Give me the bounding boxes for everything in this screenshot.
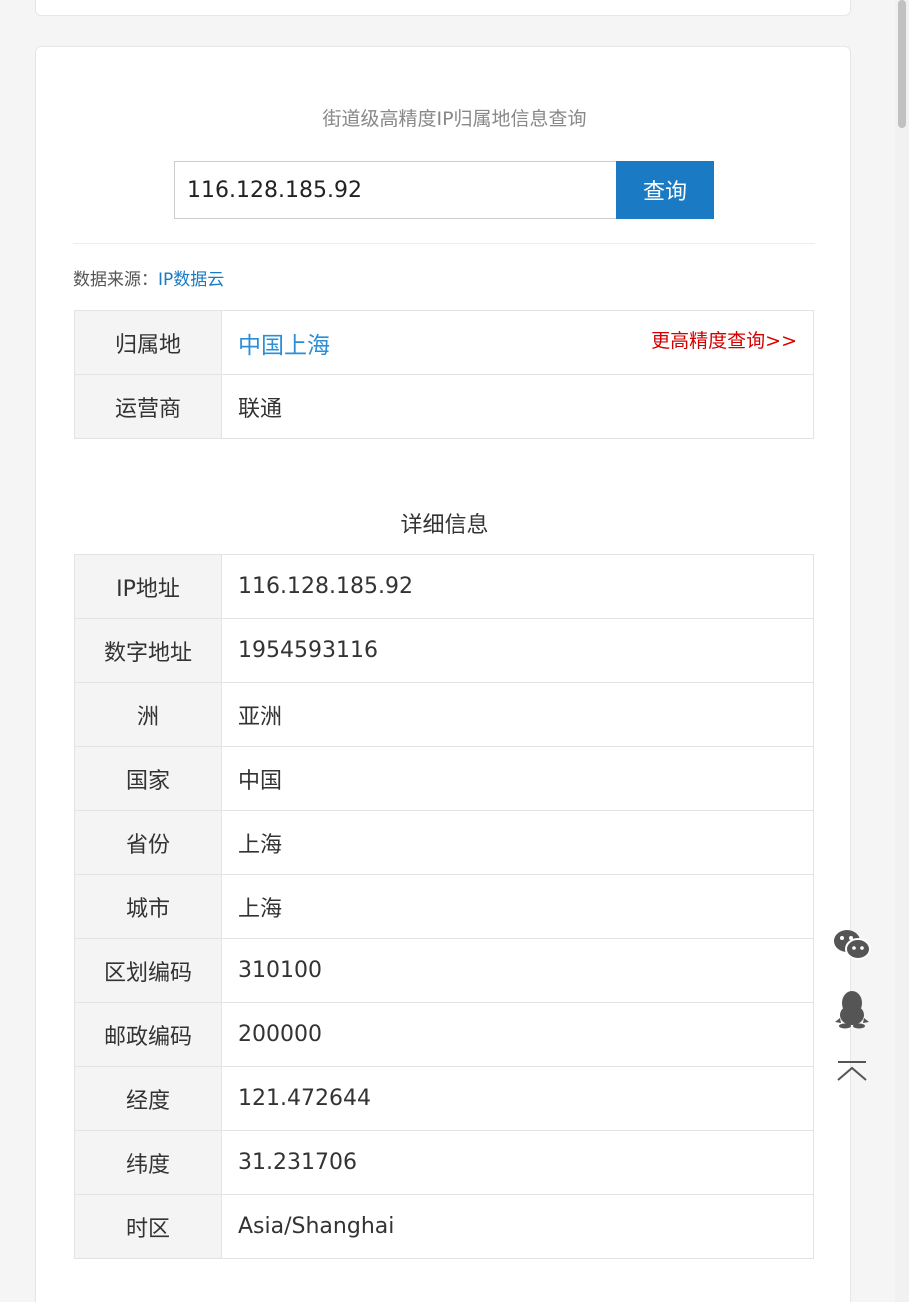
data-source: 数据来源：IP数据云 xyxy=(73,265,224,290)
row-value: 亚洲 xyxy=(221,682,814,747)
row-value: 200000 xyxy=(221,1002,814,1067)
location-label: 归属地 xyxy=(74,310,222,375)
row-value: 上海 xyxy=(221,810,814,875)
row-value: Asia/Shanghai xyxy=(221,1194,814,1259)
row-label: 国家 xyxy=(74,746,222,811)
query-button[interactable]: 查询 xyxy=(616,161,714,219)
table-row: 洲亚洲 xyxy=(74,682,814,747)
detail-table: IP地址 116.128.185.92 数字地址 1954593116 洲亚洲 国家… xyxy=(74,554,814,1259)
table-row: 时区 Asia/Shanghai xyxy=(74,1194,814,1259)
row-value: 上海 xyxy=(221,874,814,939)
table-row: 数字地址 1954593116 xyxy=(74,618,814,683)
row-label: 经度 xyxy=(74,1066,222,1131)
row-label: 省份 xyxy=(74,810,222,875)
table-row: 归属地 中国上海 更高精度查询>> xyxy=(74,310,814,375)
table-row: 城市 上海 xyxy=(74,874,814,939)
isp-value: 联通 xyxy=(221,374,814,439)
row-value: 中国 xyxy=(221,746,814,811)
row-value: 31.231706 xyxy=(221,1130,814,1195)
table-row: 运营商 联通 xyxy=(74,374,814,439)
row-label: IP地址 xyxy=(74,554,222,619)
data-source-label: 数据来源： xyxy=(73,270,158,290)
table-row: IP地址 116.128.185.92 xyxy=(74,554,814,619)
ip-search-input[interactable] xyxy=(174,161,616,219)
wechat-icon[interactable] xyxy=(830,924,874,966)
table-row: 区划编码 310100 xyxy=(74,938,814,1003)
row-label: 数字地址 xyxy=(74,618,222,683)
table-row: 经度 121.472644 xyxy=(74,1066,814,1131)
scrollbar[interactable] xyxy=(895,0,909,1302)
row-label: 城市 xyxy=(74,874,222,939)
row-label: 洲 xyxy=(74,682,222,747)
location-link[interactable]: 中国上海 xyxy=(238,333,330,359)
page-title: 街道级高精度IP归属地信息查询 xyxy=(322,108,587,130)
scrollbar-thumb[interactable] xyxy=(898,0,906,128)
row-value: 116.128.185.92 xyxy=(221,554,814,619)
row-label: 邮政编码 xyxy=(74,1002,222,1067)
search-bar: 查询 xyxy=(174,161,714,219)
row-value: 121.472644 xyxy=(221,1066,814,1131)
floating-toolbar xyxy=(830,924,874,1116)
isp-label: 运营商 xyxy=(74,374,222,439)
precise-query-link[interactable]: 更高精度查询>> xyxy=(651,326,797,353)
data-source-link[interactable]: IP数据云 xyxy=(158,270,224,290)
row-label: 纬度 xyxy=(74,1130,222,1195)
location-cell: 中国上海 更高精度查询>> xyxy=(221,310,814,375)
detail-title: 详细信息 xyxy=(400,513,489,538)
row-value: 1954593116 xyxy=(221,618,814,683)
table-row: 邮政编码 200000 xyxy=(74,1002,814,1067)
row-label: 区划编码 xyxy=(74,938,222,1003)
table-row: 省份 上海 xyxy=(74,810,814,875)
row-label: 时区 xyxy=(74,1194,222,1259)
row-value: 310100 xyxy=(221,938,814,1003)
previous-card xyxy=(35,0,851,16)
back-to-top-icon[interactable] xyxy=(830,1052,874,1094)
qq-icon[interactable] xyxy=(830,988,874,1030)
summary-table: 归属地 中国上海 更高精度查询>> 运营商 联通 xyxy=(74,310,814,439)
table-row: 纬度 31.231706 xyxy=(74,1130,814,1195)
table-row: 国家 中国 xyxy=(74,746,814,811)
divider xyxy=(73,243,815,244)
